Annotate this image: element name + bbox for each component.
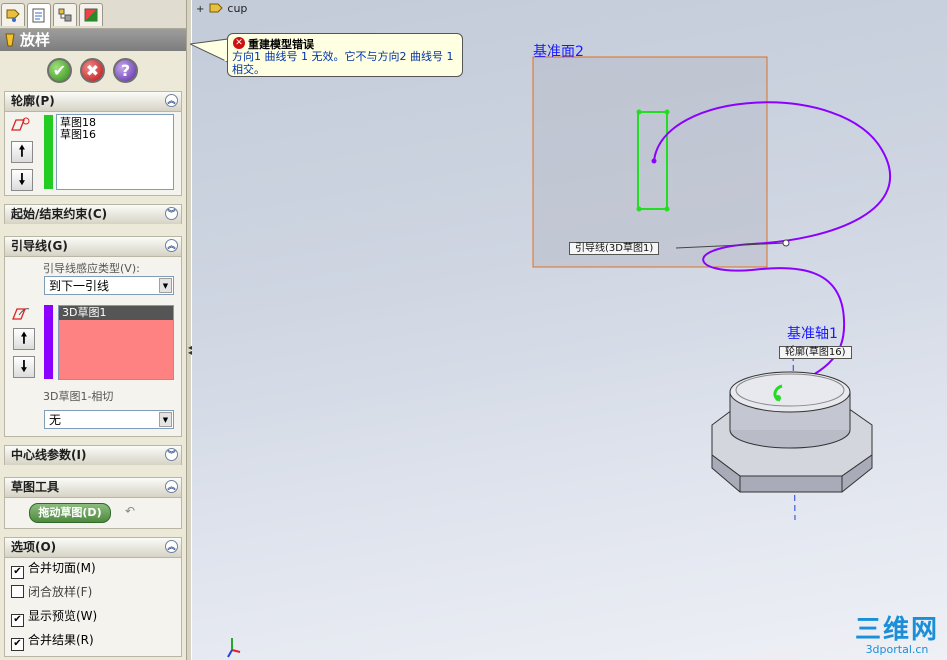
guide-callout-tag[interactable]: 引导线(3D草图1) [569,242,660,255]
checkbox[interactable]: ✔ [11,566,24,579]
move-up-button[interactable]: 🠕 [13,328,35,350]
checkbox[interactable]: ✔ [11,638,24,651]
manager-tabs [0,0,186,29]
list-item[interactable]: 草图16 [57,129,173,141]
profile-group-header[interactable]: 轮廓(P) ︽ [5,92,181,112]
option-merge-tangent-faces[interactable]: ✔ 合并切面(M) [11,560,96,579]
sketch-point [636,206,642,212]
option-label: 显示预览(W) [28,609,98,623]
guide-tangency-label: 3D草图1-相切 [43,390,114,403]
expand-chevron-icon[interactable]: ︾ [165,448,178,461]
loft-icon [5,33,15,47]
plane-label: 基准面2 [533,44,584,60]
axis-label: 基准轴1 [787,326,838,342]
sketch-tools-group: 草图工具 ︽ 拖动草图(D) ↶ [4,477,182,529]
guide-influence-select[interactable]: 到下一引线 ▼ [44,276,174,295]
profile-callout-tag[interactable]: 轮廓(草图16) [779,346,852,359]
collapse-chevron-icon[interactable]: ︽ [165,94,178,107]
cup-model[interactable] [711,371,873,493]
undo-icon[interactable]: ↶ [125,504,135,518]
help-button[interactable]: ? [113,58,138,83]
options-group: 选项(O) ︽ ✔ 合并切面(M) 闭合放样(F) ✔ 显示预览(W) ✔ 合并结果(… [4,537,182,657]
profile-selection-icon [11,117,30,131]
ok-button[interactable]: ✔ [47,58,72,83]
guide-color-bar [44,305,53,379]
option-merge-result[interactable]: ✔ 合并结果(R) [11,632,94,651]
feature-manager-icon [6,9,20,22]
centerline-parameters-group: 中心线参数(I) ︾ [4,445,182,465]
list-item[interactable]: 3D草图1 [59,306,173,320]
collapse-chevron-icon[interactable]: ︽ [165,540,178,553]
dropdown-arrow-icon[interactable]: ▼ [159,278,172,293]
move-up-button[interactable]: 🠕 [11,141,33,163]
start-end-constraints-title: 起始/结束约束(C) [11,207,108,221]
list-item[interactable]: 草图18 [57,115,173,129]
sketch-tools-header[interactable]: 草图工具 ︽ [5,478,181,498]
sketch-point [775,395,781,401]
sketch-point [636,109,642,115]
options-header[interactable]: 选项(O) ︽ [5,538,181,558]
feature-title: 放样 [20,31,51,49]
profile-group-title: 轮廓(P) [11,94,55,108]
start-end-constraints-header[interactable]: 起始/结束约束(C) ︾ [5,205,181,224]
guide-tangency-select[interactable]: 无 ▼ [44,410,174,429]
move-down-button[interactable]: 🠗 [11,169,33,191]
dropdown-arrow-icon[interactable]: ▼ [159,412,172,427]
tooltip-pointer [190,38,229,63]
cancel-button[interactable]: ✖ [80,58,105,83]
sketch-point [664,206,670,212]
configuration-manager-icon [58,8,72,22]
watermark: 三维网 3dportal.cn [855,616,939,656]
error-icon: ✕ [233,37,245,49]
profile-list[interactable]: 草图18 草图16 [56,114,174,190]
guide-tag-anchor [782,239,790,247]
feature-title-bar: 放样 [0,29,186,51]
guide-list[interactable]: 3D草图1 [58,305,174,380]
guide-influence-value: 到下一引线 [49,279,110,293]
checkbox[interactable] [11,585,24,598]
tab-property-manager[interactable] [27,3,51,28]
guide-curves-title: 引导线(G) [11,239,68,253]
drag-sketch-button[interactable]: 拖动草图(D) [29,503,111,523]
centerline-parameters-header[interactable]: 中心线参数(I) ︾ [5,446,181,465]
profile-color-bar [44,115,53,189]
options-title: 选项(O) [11,540,57,554]
error-message: 方向1 曲线号 1 无效。它不与方向2 曲线号 1 相交。 [232,50,454,76]
option-label: 合并结果(R) [28,633,94,647]
guide-curves-group: 引导线(G) ︽ 引导线感应类型(V): 到下一引线 ▼ 🠕 🠗 3D草图1 3… [4,236,182,437]
property-manager-panel: 放样 ✔ ✖ ? 轮廓(P) ︽ 🠕 🠗 草图18 草图16 起始/结束约束(C… [0,0,186,660]
tab-display-manager[interactable] [79,3,103,26]
expand-chevron-icon[interactable]: ︾ [165,207,178,220]
collapse-chevron-icon[interactable]: ︽ [165,480,178,493]
option-show-preview[interactable]: ✔ 显示预览(W) [11,608,98,627]
coordinate-triad-icon [227,638,241,658]
option-label: 合并切面(M) [28,561,96,575]
sketch-tools-title: 草图工具 [11,480,60,494]
property-manager-icon [32,8,45,23]
rebuild-error-tooltip: ✕ 重建模型错误 方向1 曲线号 1 无效。它不与方向2 曲线号 1 相交。 [227,33,463,77]
guide-endpoint [651,158,657,164]
guide-tangency-value: 无 [49,413,62,427]
guide-influence-label: 引导线感应类型(V): [43,262,140,275]
display-manager-icon [84,8,98,22]
profile-group: 轮廓(P) ︽ 🠕 🠗 草图18 草图16 [4,91,182,196]
start-end-constraints-group: 起始/结束约束(C) ︾ [4,204,182,224]
centerline-parameters-title: 中心线参数(I) [11,448,87,462]
watermark-text: 三维网 [854,615,939,645]
option-label: 闭合放样(F) [28,585,93,599]
graphics-viewport[interactable]: + cup 基准面2 基准轴1 引导线(3D草图1) 轮廓(草图16) 三维网 … [192,0,947,660]
collapse-chevron-icon[interactable]: ︽ [165,239,178,252]
option-close-loft[interactable]: 闭合放样(F) [11,584,92,600]
sketch-point [664,109,670,115]
tab-configuration-manager[interactable] [53,3,77,26]
move-down-button[interactable]: 🠗 [13,356,35,378]
guide-selection-icon [12,308,30,320]
watermark-url: 3dportal.cn [865,643,929,656]
checkbox[interactable]: ✔ [11,614,24,627]
tab-feature-manager[interactable] [1,3,25,26]
guide-curves-header[interactable]: 引导线(G) ︽ [5,237,181,257]
datum-plane-2[interactable] [532,56,768,268]
